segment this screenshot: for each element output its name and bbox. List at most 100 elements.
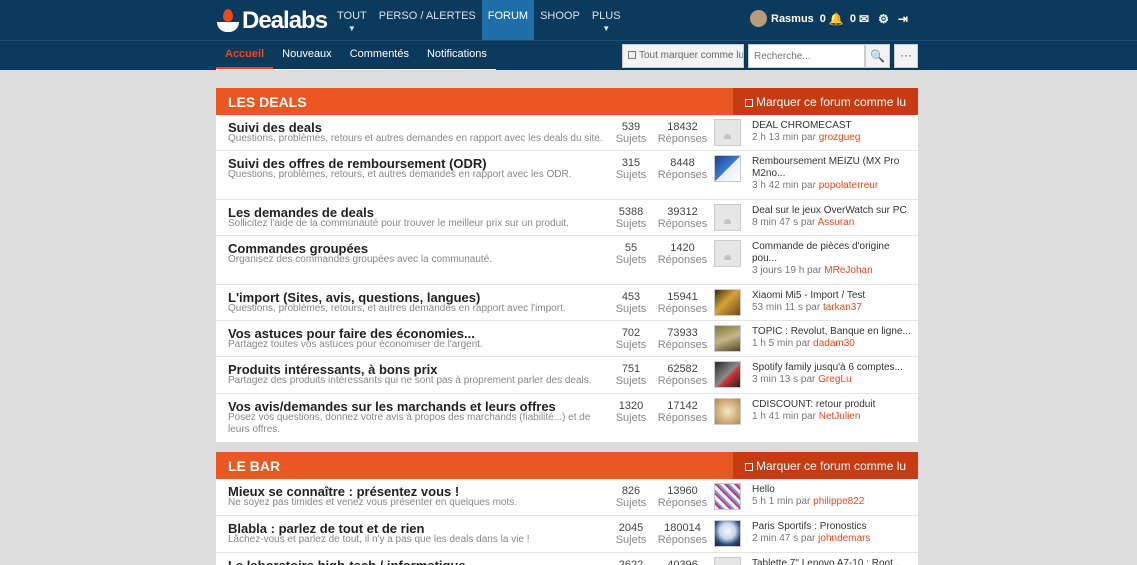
last-post-title-link[interactable]: Commande de pièces d'origine pou...: [752, 241, 912, 265]
last-poster-avatar[interactable]: [714, 289, 741, 316]
more-button[interactable]: ···: [894, 44, 918, 68]
forum-list: Suivi des deals Questions, problèmes, ret…: [216, 115, 918, 442]
section-title[interactable]: LE BAR: [228, 458, 280, 474]
last-post-title-link[interactable]: TOPIC : Revolut, Banque en ligne...: [752, 326, 912, 338]
last-post-meta: 2 min 47 s par: [752, 533, 816, 544]
mark-all-read-button[interactable]: Tout marquer comme lu: [622, 44, 744, 68]
forum-description: Partagez toutes vos astuces pour économi…: [228, 339, 483, 350]
last-post: Hello 5 h 1 min par philippe822: [752, 484, 912, 508]
topics-count: 453 Sujets: [612, 291, 650, 315]
last-poster-avatar[interactable]: [714, 240, 741, 267]
last-post-user-link[interactable]: philippe822: [813, 496, 864, 507]
bell-icon: 🔔: [828, 11, 844, 26]
topnav-item-plus[interactable]: PLUS ▼: [586, 0, 627, 40]
last-poster-avatar[interactable]: [714, 325, 741, 352]
last-post-meta: 2 h 13 min par: [752, 132, 816, 143]
logout-button[interactable]: ⇥: [895, 12, 908, 26]
forum-row: Commandes groupées Organisez des commande…: [216, 236, 918, 285]
topics-count: 702 Sujets: [612, 327, 650, 351]
forum-title-link[interactable]: Le laboratoire high-tech / informatique: [228, 558, 466, 565]
user-name: Rasmus: [771, 12, 814, 25]
forum-row: Produits intéressants, à bons prix Partag…: [216, 357, 918, 394]
last-post-meta: 1 h 41 min par: [752, 411, 816, 422]
topnav-item-tout[interactable]: TOUT ▼: [331, 0, 373, 40]
mark-forum-label: Marquer ce forum comme lu: [756, 459, 907, 473]
last-post-user-link[interactable]: johndemars: [818, 533, 870, 544]
topics-count: 1320 Sujets: [612, 400, 650, 424]
search-input[interactable]: [748, 44, 865, 68]
last-post-title-link[interactable]: CDISCOUNT: retour produit: [752, 399, 912, 411]
last-post-user-link[interactable]: NetJulien: [819, 411, 861, 422]
last-post-user-link[interactable]: GregLu: [818, 374, 851, 385]
tab-accueil[interactable]: Accueil: [216, 41, 274, 69]
mark-forum-label: Marquer ce forum comme lu: [756, 95, 907, 109]
last-poster-avatar[interactable]: [714, 483, 741, 510]
last-post-title-link[interactable]: Remboursement MEIZU (MX Pro M2no...: [752, 156, 912, 180]
user-menu[interactable]: Rasmus: [750, 10, 814, 27]
forum-row: Le laboratoire high-tech / informatique 2…: [216, 553, 918, 565]
topics-value: 826: [621, 485, 641, 497]
topnav-item-perso-alertes[interactable]: PERSO / ALERTES: [373, 0, 482, 40]
tab-notifications[interactable]: Notifications: [418, 41, 496, 69]
last-post-title-link[interactable]: Spotify family jusqu'à 6 comptes...: [752, 362, 912, 374]
topnav-item-shoop[interactable]: SHOOP: [534, 0, 586, 40]
topics-label: Sujets: [615, 375, 647, 387]
last-poster-avatar[interactable]: [714, 155, 741, 182]
mark-forum-read-button[interactable]: Marquer ce forum comme lu: [733, 452, 918, 479]
tab-comment-s[interactable]: Commentés: [341, 41, 418, 69]
logout-icon: ⇥: [897, 11, 908, 26]
forum-row: Vos avis/demandes sur les marchands et l…: [216, 394, 918, 442]
forum-description: Questions, problèmes, retours et autres …: [228, 133, 603, 144]
search-button[interactable]: 🔍: [865, 44, 890, 68]
topics-count: 5388 Sujets: [612, 206, 650, 230]
last-post: TOPIC : Revolut, Banque en ligne... 1 h 5…: [752, 326, 912, 350]
last-poster-avatar[interactable]: [714, 520, 741, 547]
last-post-user-link[interactable]: tarkan37: [823, 302, 862, 313]
topics-value: 702: [621, 327, 641, 339]
last-poster-avatar[interactable]: [714, 398, 741, 425]
settings-button[interactable]: ⚙: [875, 12, 889, 26]
topics-label: Sujets: [615, 412, 647, 424]
last-post-meta: 1 h 5 min par: [752, 338, 811, 349]
last-post-user-link[interactable]: MReJohan: [824, 265, 872, 276]
last-post-title-link[interactable]: Deal sur le jeux OverWatch sur PC: [752, 205, 912, 217]
section-title[interactable]: LES DEALS: [228, 94, 307, 110]
last-post-user-link[interactable]: grozgueg: [819, 132, 861, 143]
last-post-user-link[interactable]: Assuran: [818, 217, 855, 228]
topics-label: Sujets: [615, 339, 647, 351]
topics-count: 2045 Sujets: [612, 522, 650, 546]
last-poster-avatar[interactable]: [714, 557, 741, 565]
topnav-item-forum[interactable]: FORUM: [481, 0, 535, 40]
forum-row: Vos astuces pour faire des économies... P…: [216, 321, 918, 357]
last-post-title-link[interactable]: DEAL CHROMECAST: [752, 120, 912, 132]
topics-value: 2045: [618, 522, 644, 534]
last-post-title-link[interactable]: Xiaomi Mi5 - Import / Test: [752, 290, 912, 302]
last-poster-avatar[interactable]: [714, 361, 741, 388]
topics-value: 5388: [618, 206, 644, 218]
messages-button[interactable]: 0 ✉: [850, 12, 869, 26]
mark-forum-read-button[interactable]: Marquer ce forum comme lu: [733, 88, 918, 115]
last-poster-avatar[interactable]: [714, 119, 741, 146]
last-post-user-link[interactable]: popolaterreur: [819, 180, 878, 191]
replies-value: 13960: [667, 485, 698, 497]
last-post-user-link[interactable]: dadam30: [813, 338, 855, 349]
topics-label: Sujets: [615, 303, 647, 315]
last-poster-avatar[interactable]: [714, 204, 741, 231]
site-logo[interactable]: Dealabs: [217, 7, 328, 35]
last-post-title-link[interactable]: Hello: [752, 484, 912, 496]
topnav-label: FORUM: [487, 10, 529, 22]
topics-value: 751: [621, 363, 641, 375]
notifications-button[interactable]: 0 🔔: [820, 12, 844, 26]
last-post-title-link[interactable]: Paris Sportifs : Pronostics: [752, 521, 912, 533]
forum-description: Posez vos questions, donnez votre avis à…: [228, 412, 591, 435]
last-post: Spotify family jusqu'à 6 comptes... 3 min…: [752, 362, 912, 386]
replies-count: 13960 Réponses: [656, 485, 709, 509]
tab-nouveaux[interactable]: Nouveaux: [273, 41, 341, 69]
mail-count: 0: [849, 12, 856, 25]
topics-label: Sujets: [615, 254, 647, 266]
last-post-title-link[interactable]: Tablette 7" Lenovo A7-10 : Root...: [752, 558, 912, 565]
replies-value: 73933: [667, 327, 698, 339]
replies-value: 39312: [667, 206, 698, 218]
search-icon: 🔍: [870, 49, 885, 63]
user-area: Rasmus 0 🔔 0 ✉ ⚙ ⇥: [750, 10, 914, 27]
